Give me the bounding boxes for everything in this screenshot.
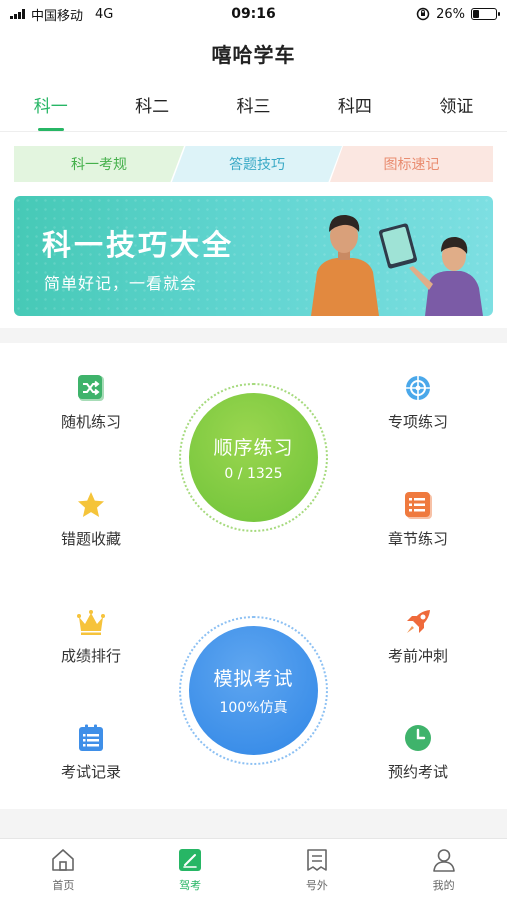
- tips-banner[interactable]: 科一技巧大全 简单好记，一看就会: [14, 196, 493, 316]
- random-practice-label: 随机练习: [60, 413, 121, 431]
- chapter-practice-label: 章节练习: [387, 530, 448, 548]
- nav-exam-label: 驾考: [179, 878, 202, 892]
- special-practice-label: 专项练习: [387, 413, 448, 431]
- battery-fill: [473, 10, 479, 18]
- mock-exam-button[interactable]: 模拟考试 100%仿真: [189, 626, 318, 755]
- chapter-list-icon: [405, 492, 432, 519]
- subtab-signs[interactable]: 图标速记: [330, 146, 493, 182]
- tab-subject-1[interactable]: 科一: [0, 78, 101, 131]
- nav-news[interactable]: 号外: [254, 839, 381, 900]
- news-icon: [307, 848, 327, 871]
- sequential-practice-button[interactable]: 顺序练习 0 / 1325: [189, 393, 318, 522]
- random-practice-button[interactable]: 随机练习: [36, 373, 146, 432]
- banner-title: 科一技巧大全: [42, 228, 235, 262]
- bottom-nav: 首页 驾考 号外 我的: [0, 838, 507, 900]
- book-exam-button[interactable]: 预约考试: [363, 723, 473, 782]
- app-title: 嘻哈学车: [211, 42, 296, 67]
- rocket-icon: [407, 610, 430, 633]
- subject-tabs: 科一 科二 科三 科四 领证: [0, 78, 507, 132]
- final-sprint-button[interactable]: 考前冲刺: [363, 607, 473, 666]
- exam-record-label: 考试记录: [60, 763, 121, 781]
- nav-profile[interactable]: 我的: [380, 839, 507, 900]
- final-sprint-label: 考前冲刺: [387, 647, 448, 665]
- topic-subtabs: 科一考规 答题技巧 图标速记: [14, 146, 493, 182]
- tab-subject-4[interactable]: 科四: [304, 78, 405, 131]
- clock-icon: [405, 725, 431, 751]
- chapter-practice-button[interactable]: 章节练习: [363, 490, 473, 549]
- crown-icon: [77, 610, 105, 635]
- nav-exam[interactable]: 驾考: [127, 839, 254, 900]
- tab-subject-2[interactable]: 科二: [101, 78, 202, 131]
- nav-profile-label: 我的: [432, 878, 455, 892]
- banner-illustration: [311, 214, 483, 316]
- exam-icon: [179, 848, 202, 871]
- status-left: 中国移动 4G: [10, 5, 113, 24]
- score-ranking-button[interactable]: 成绩排行: [36, 607, 146, 666]
- subtab-tips[interactable]: 答题技巧: [172, 146, 342, 182]
- exam-record-button[interactable]: 考试记录: [36, 723, 146, 782]
- score-ranking-label: 成绩排行: [60, 647, 121, 665]
- record-list-icon: [79, 724, 103, 751]
- network-type: 4G: [95, 6, 114, 22]
- battery-percent: 26%: [436, 6, 465, 22]
- battery-icon: [471, 8, 500, 20]
- nav-news-label: 号外: [305, 878, 328, 892]
- home-icon: [52, 848, 75, 871]
- mock-exam-subtitle: 100%仿真: [219, 700, 288, 716]
- tab-subject-3[interactable]: 科三: [203, 78, 304, 131]
- practice-area: 随机练习 错题收藏 专项练习 章节练习 顺序练习 0 / 1325 成绩排行 考…: [0, 343, 507, 809]
- orientation-lock-icon: [416, 7, 430, 21]
- sequential-practice-title: 顺序练习: [213, 437, 294, 459]
- carrier-name: 中国移动: [31, 8, 84, 24]
- banner-subtitle: 简单好记，一看就会: [44, 274, 198, 293]
- header: 嘻哈学车: [0, 28, 507, 78]
- signal-icon: [10, 9, 25, 19]
- target-icon: [406, 376, 430, 400]
- subtab-rules[interactable]: 科一考规: [14, 146, 184, 182]
- special-practice-button[interactable]: 专项练习: [363, 373, 473, 432]
- top-area: 科一考规 答题技巧 图标速记 科一技巧大全 简单好记，一看就会: [0, 132, 507, 328]
- nav-home[interactable]: 首页: [0, 839, 127, 900]
- status-bar: 中国移动 4G 09:16 26%: [0, 0, 507, 28]
- shuffle-icon: [78, 375, 104, 401]
- book-exam-label: 预约考试: [387, 763, 448, 781]
- profile-icon: [432, 848, 455, 872]
- wrong-questions-label: 错题收藏: [60, 530, 121, 548]
- sequential-practice-progress: 0 / 1325: [224, 466, 283, 482]
- tab-license[interactable]: 领证: [406, 78, 507, 131]
- star-icon: [78, 492, 104, 517]
- wrong-questions-button[interactable]: 错题收藏: [36, 490, 146, 549]
- status-right: 26%: [416, 6, 500, 22]
- nav-home-label: 首页: [52, 878, 75, 892]
- mock-exam-title: 模拟考试: [213, 668, 294, 690]
